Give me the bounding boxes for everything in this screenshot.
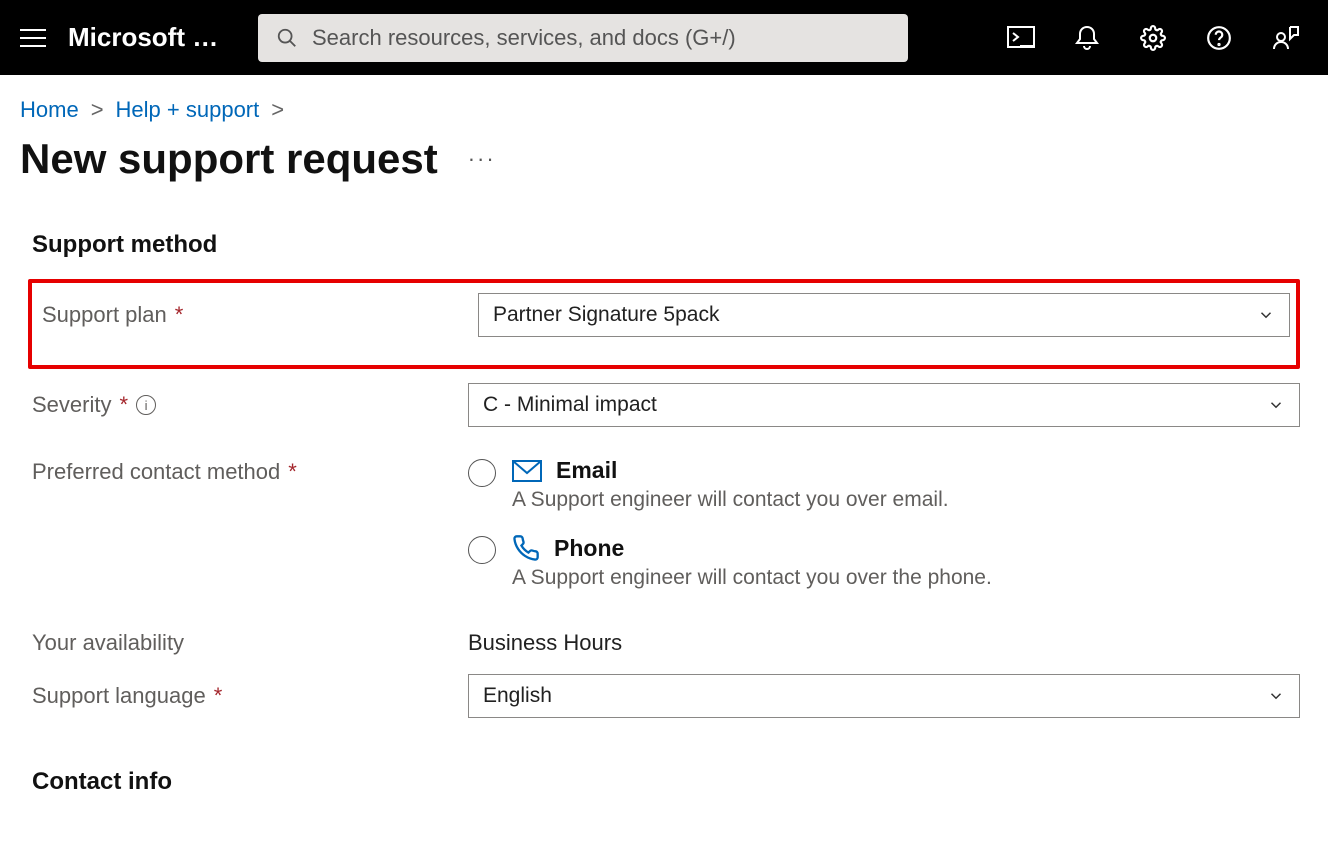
settings-gear-icon[interactable] bbox=[1138, 23, 1168, 53]
chevron-down-icon bbox=[1257, 306, 1275, 324]
severity-select[interactable]: C - Minimal impact bbox=[468, 383, 1300, 427]
support-plan-highlight: Support plan * Partner Signature 5pack bbox=[28, 279, 1300, 369]
phone-desc: A Support engineer will contact you over… bbox=[512, 566, 992, 590]
email-title: Email bbox=[556, 457, 617, 484]
section-support-method: Support method bbox=[32, 231, 1300, 259]
breadcrumb-help-support[interactable]: Help + support bbox=[116, 97, 260, 123]
required-marker: * bbox=[288, 459, 297, 485]
preferred-contact-label: Preferred contact method bbox=[32, 459, 280, 485]
required-marker: * bbox=[119, 392, 128, 418]
help-icon[interactable] bbox=[1204, 23, 1234, 53]
support-plan-select[interactable]: Partner Signature 5pack bbox=[478, 293, 1290, 337]
hamburger-menu-button[interactable] bbox=[18, 23, 48, 53]
breadcrumb-sep: > bbox=[91, 97, 104, 123]
radio-phone[interactable] bbox=[468, 536, 496, 564]
phone-icon bbox=[512, 534, 540, 562]
breadcrumb: Home > Help + support > bbox=[0, 75, 1328, 131]
availability-label: Your availability bbox=[32, 630, 184, 656]
email-desc: A Support engineer will contact you over… bbox=[512, 488, 949, 512]
required-marker: * bbox=[214, 683, 223, 709]
top-bar: Microsoft … bbox=[0, 0, 1328, 75]
phone-title: Phone bbox=[554, 535, 624, 562]
chevron-down-icon bbox=[1267, 396, 1285, 414]
language-value: English bbox=[483, 684, 552, 708]
page-title: New support request bbox=[20, 135, 438, 183]
feedback-icon[interactable] bbox=[1270, 23, 1300, 53]
brand-label: Microsoft … bbox=[68, 22, 238, 53]
support-plan-label: Support plan bbox=[42, 302, 167, 328]
email-icon bbox=[512, 460, 542, 482]
search-input[interactable] bbox=[312, 25, 890, 51]
required-marker: * bbox=[175, 302, 184, 328]
search-box[interactable] bbox=[258, 14, 908, 62]
breadcrumb-sep: > bbox=[271, 97, 284, 123]
contact-method-phone[interactable]: Phone A Support engineer will contact yo… bbox=[468, 534, 1300, 590]
notifications-icon[interactable] bbox=[1072, 23, 1102, 53]
availability-value: Business Hours bbox=[468, 630, 622, 655]
section-contact-info: Contact info bbox=[32, 768, 1300, 796]
contact-method-email[interactable]: Email A Support engineer will contact yo… bbox=[468, 457, 1300, 512]
radio-email[interactable] bbox=[468, 459, 496, 487]
severity-label: Severity bbox=[32, 392, 111, 418]
severity-value: C - Minimal impact bbox=[483, 393, 657, 417]
chevron-down-icon bbox=[1267, 687, 1285, 705]
info-icon[interactable]: i bbox=[136, 395, 156, 415]
breadcrumb-home[interactable]: Home bbox=[20, 97, 79, 123]
cloud-shell-icon[interactable] bbox=[1006, 23, 1036, 53]
search-icon bbox=[276, 27, 298, 49]
more-actions-button[interactable]: ··· bbox=[468, 146, 496, 172]
topbar-actions bbox=[1006, 23, 1310, 53]
language-select[interactable]: English bbox=[468, 674, 1300, 718]
contact-method-radio-group: Email A Support engineer will contact yo… bbox=[468, 453, 1300, 590]
language-label: Support language bbox=[32, 683, 206, 709]
support-plan-value: Partner Signature 5pack bbox=[493, 303, 719, 327]
